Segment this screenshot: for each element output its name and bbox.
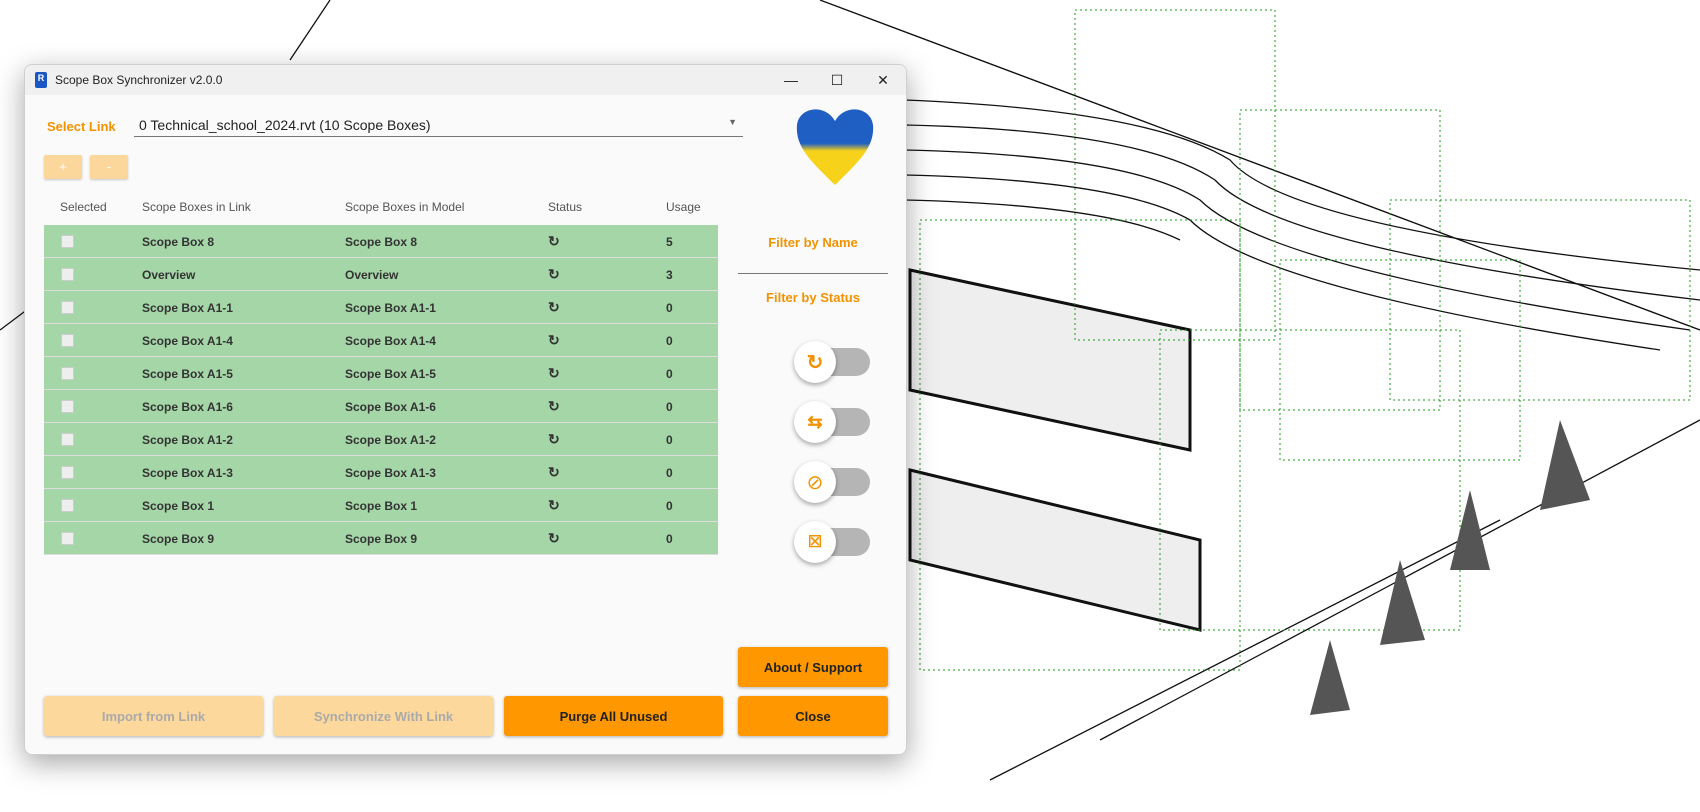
usage-count: 0 bbox=[666, 466, 673, 480]
table-row[interactable]: Scope Box A1-3 Scope Box A1-3 ↻ 0 bbox=[44, 456, 718, 489]
lock-off-icon: ☒ bbox=[807, 534, 823, 551]
add-button[interactable]: + bbox=[44, 155, 82, 179]
header-selected: Selected bbox=[60, 200, 107, 214]
filter-by-name-label: Filter by Name bbox=[768, 235, 858, 250]
synchronize-with-link-button[interactable]: Synchronize With Link bbox=[274, 696, 493, 736]
row-checkbox[interactable] bbox=[61, 367, 74, 380]
minimize-button[interactable]: — bbox=[768, 65, 814, 95]
purge-all-unused-button[interactable]: Purge All Unused bbox=[504, 696, 723, 736]
header-model: Scope Boxes in Model bbox=[345, 200, 465, 214]
toggle-usage-status[interactable]: ⊘ bbox=[794, 461, 874, 503]
model-scope-box: Scope Box A1-5 bbox=[345, 367, 436, 381]
link-scope-box: Scope Box A1-4 bbox=[142, 334, 233, 348]
table-row[interactable]: Scope Box A1-4 Scope Box A1-4 ↻ 0 bbox=[44, 324, 718, 357]
link-scope-box: Scope Box 8 bbox=[142, 235, 215, 249]
usage-count: 0 bbox=[666, 367, 673, 381]
model-scope-box: Scope Box A1-2 bbox=[345, 433, 436, 447]
link-scope-box: Scope Box 1 bbox=[142, 499, 215, 513]
close-window-button[interactable]: ✕ bbox=[860, 65, 906, 95]
sync-disabled-icon: ↻ bbox=[806, 351, 824, 374]
table-row[interactable]: Scope Box 8 Scope Box 8 ↻ 5 bbox=[44, 225, 718, 258]
sync-status-icon: ↻ bbox=[548, 266, 560, 282]
toggle-lock-status[interactable]: ☒ bbox=[794, 521, 874, 563]
table-row[interactable]: Scope Box A1-5 Scope Box A1-5 ↻ 0 bbox=[44, 357, 718, 390]
filter-name-input[interactable] bbox=[738, 273, 888, 274]
link-scope-box: Scope Box A1-5 bbox=[142, 367, 233, 381]
model-scope-box: Scope Box 9 bbox=[345, 532, 418, 546]
sync-status-icon: ↻ bbox=[548, 497, 560, 513]
chevron-down-icon: ▼ bbox=[728, 117, 737, 127]
maximize-button[interactable]: ☐ bbox=[814, 65, 860, 95]
usage-count: 0 bbox=[666, 334, 673, 348]
sync-status-icon: ↻ bbox=[548, 464, 560, 480]
select-link-label: Select Link bbox=[47, 119, 116, 134]
row-checkbox[interactable] bbox=[61, 400, 74, 413]
table-row[interactable]: Scope Box A1-1 Scope Box A1-1 ↻ 0 bbox=[44, 291, 718, 324]
table-row[interactable]: Scope Box 1 Scope Box 1 ↻ 0 bbox=[44, 489, 718, 522]
row-checkbox[interactable] bbox=[61, 268, 74, 281]
usage-count: 3 bbox=[666, 268, 673, 282]
swap-off-icon: ⇆ bbox=[807, 411, 823, 432]
usage-off-icon: ⊘ bbox=[806, 471, 824, 494]
model-scope-box: Scope Box A1-1 bbox=[345, 301, 436, 315]
scope-box-table: Scope Box 8 Scope Box 8 ↻ 5 Overview Ove… bbox=[44, 225, 718, 555]
sync-status-icon: ↻ bbox=[548, 365, 560, 381]
usage-count: 0 bbox=[666, 301, 673, 315]
table-row[interactable]: Scope Box A1-6 Scope Box A1-6 ↻ 0 bbox=[44, 390, 718, 423]
link-dropdown[interactable]: 0 Technical_school_2024.rvt (10 Scope Bo… bbox=[134, 111, 743, 137]
row-checkbox[interactable] bbox=[61, 334, 74, 347]
usage-count: 0 bbox=[666, 400, 673, 414]
row-checkbox[interactable] bbox=[61, 433, 74, 446]
scope-box-synchronizer-window: R Scope Box Synchronizer v2.0.0 — ☐ ✕ Se… bbox=[24, 64, 907, 755]
link-scope-box: Scope Box A1-6 bbox=[142, 400, 233, 414]
sync-status-icon: ↻ bbox=[548, 332, 560, 348]
close-button[interactable]: Close bbox=[738, 696, 888, 736]
link-scope-box: Scope Box A1-1 bbox=[142, 301, 233, 315]
sync-status-icon: ↻ bbox=[548, 233, 560, 249]
revit-app-icon: R bbox=[35, 72, 47, 88]
ukraine-heart-logo bbox=[796, 109, 874, 185]
window-title: Scope Box Synchronizer v2.0.0 bbox=[55, 73, 223, 87]
row-checkbox[interactable] bbox=[61, 532, 74, 545]
model-scope-box: Scope Box A1-6 bbox=[345, 400, 436, 414]
link-scope-box: Scope Box 9 bbox=[142, 532, 215, 546]
header-status: Status bbox=[548, 200, 583, 214]
toggle-swap-status[interactable]: ⇆ bbox=[794, 401, 874, 443]
table-row[interactable]: Scope Box 9 Scope Box 9 ↻ 0 bbox=[44, 522, 718, 555]
filter-by-status-label: Filter by Status bbox=[766, 290, 860, 305]
model-scope-box: Scope Box 1 bbox=[345, 499, 418, 513]
header-usage: Usage bbox=[666, 200, 701, 214]
link-scope-box: Scope Box A1-2 bbox=[142, 433, 233, 447]
sync-status-icon: ↻ bbox=[548, 299, 560, 315]
link-scope-box: Overview bbox=[142, 268, 196, 282]
row-checkbox[interactable] bbox=[61, 499, 74, 512]
about-support-button[interactable]: About / Support bbox=[738, 647, 888, 687]
usage-count: 0 bbox=[666, 433, 673, 447]
row-checkbox[interactable] bbox=[61, 301, 74, 314]
sync-status-icon: ↻ bbox=[548, 530, 560, 546]
usage-count: 0 bbox=[666, 532, 673, 546]
header-link: Scope Boxes in Link bbox=[142, 200, 251, 214]
sync-status-icon: ↻ bbox=[548, 398, 560, 414]
table-row[interactable]: Scope Box A1-2 Scope Box A1-2 ↻ 0 bbox=[44, 423, 718, 456]
model-scope-box: Scope Box A1-3 bbox=[345, 466, 436, 480]
model-scope-box: Overview bbox=[345, 268, 399, 282]
row-checkbox[interactable] bbox=[61, 235, 74, 248]
table-row[interactable]: Overview Overview ↻ 3 bbox=[44, 258, 718, 291]
toggle-sync-status[interactable]: ↻ bbox=[794, 341, 874, 383]
model-scope-box: Scope Box A1-4 bbox=[345, 334, 436, 348]
usage-count: 5 bbox=[666, 235, 673, 249]
sync-status-icon: ↻ bbox=[548, 431, 560, 447]
title-bar[interactable]: R Scope Box Synchronizer v2.0.0 — ☐ ✕ bbox=[25, 65, 906, 95]
import-from-link-button[interactable]: Import from Link bbox=[44, 696, 263, 736]
model-scope-box: Scope Box 8 bbox=[345, 235, 418, 249]
row-checkbox[interactable] bbox=[61, 466, 74, 479]
link-scope-box: Scope Box A1-3 bbox=[142, 466, 233, 480]
remove-button[interactable]: - bbox=[90, 155, 128, 179]
link-dropdown-value: 0 Technical_school_2024.rvt (10 Scope Bo… bbox=[139, 117, 431, 133]
usage-count: 0 bbox=[666, 499, 673, 513]
